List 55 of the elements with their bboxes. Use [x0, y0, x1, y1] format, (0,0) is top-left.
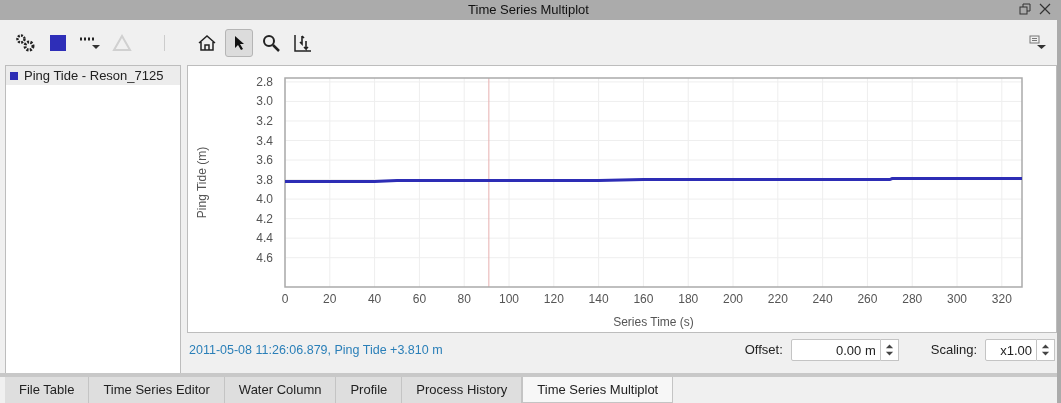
restore-icon[interactable] — [1019, 3, 1031, 15]
tab[interactable]: Water Column — [224, 377, 337, 403]
x-tick-label: 200 — [723, 292, 744, 306]
x-tick-label: 260 — [857, 292, 878, 306]
search-icon — [261, 32, 281, 53]
x-tick-label: 100 — [499, 292, 520, 306]
y-tick-label: 4.4 — [256, 231, 273, 246]
window-title: Time Series Multiplot — [468, 1, 589, 20]
x-tick-label: 120 — [543, 292, 564, 306]
legend-item[interactable]: Ping Tide - Reson_7125 — [6, 66, 180, 85]
scaling-field[interactable]: x1.00 — [985, 339, 1037, 361]
chart-export-icon — [293, 32, 313, 53]
y-tick-label: 3.0 — [256, 94, 273, 109]
offset-label: Offset: — [744, 341, 783, 360]
legend-label: Ping Tide - Reson_7125 — [24, 66, 164, 85]
x-tick-label: 280 — [902, 292, 923, 306]
y-tick-label: 3.2 — [256, 113, 273, 128]
y-axis-title: Ping Tide (m) — [195, 146, 209, 219]
y-tick-label: 3.4 — [256, 133, 273, 148]
spinner-icon[interactable] — [1037, 339, 1055, 361]
home-icon — [197, 32, 217, 53]
x-tick-label: 320 — [991, 292, 1012, 306]
scaling-label: Scaling: — [930, 341, 977, 360]
x-tick-label: 180 — [678, 292, 699, 306]
gears-icon — [15, 32, 37, 53]
tab[interactable]: Time Series Multiplot — [522, 377, 674, 403]
x-tick-label: 160 — [633, 292, 654, 306]
x-tick-label: 240 — [812, 292, 833, 306]
x-tick-label: 40 — [367, 292, 382, 306]
y-tick-label: 4.0 — [256, 192, 273, 207]
y-tick-label: 3.8 — [256, 172, 273, 187]
menu-icon[interactable] — [1029, 34, 1047, 51]
color-swatch-icon — [49, 33, 67, 52]
y-tick-label: 4.6 — [256, 250, 273, 265]
y-tick-label: 2.8 — [256, 74, 273, 89]
x-tick-label: 60 — [412, 292, 427, 306]
tab[interactable]: Process History — [402, 377, 523, 403]
y-tick-label: 3.6 — [256, 153, 273, 168]
y-tick-label: 4.2 — [256, 211, 273, 226]
tab[interactable]: Time Series Editor — [89, 377, 225, 403]
tab[interactable]: Profile — [336, 377, 403, 403]
offset-field[interactable]: 0.00 m — [790, 339, 881, 361]
pointer-button[interactable] — [225, 28, 253, 57]
close-icon[interactable] — [1039, 3, 1051, 15]
x-tick-label: 20 — [323, 292, 337, 306]
x-tick-label: 80 — [457, 292, 471, 306]
pointer-icon — [232, 33, 246, 52]
x-axis-title: Series Time (s) — [613, 315, 694, 329]
x-tick-label: 300 — [947, 292, 968, 306]
tab[interactable]: File Table — [5, 377, 90, 403]
x-tick-label: 140 — [588, 292, 609, 306]
x-tick-label: 0 — [281, 292, 289, 306]
triangle-icon — [112, 33, 132, 52]
status-text: 2011-05-08 11:26:06.879, Ping Tide +3.810 m — [189, 341, 443, 359]
x-tick-label: 220 — [767, 292, 788, 306]
